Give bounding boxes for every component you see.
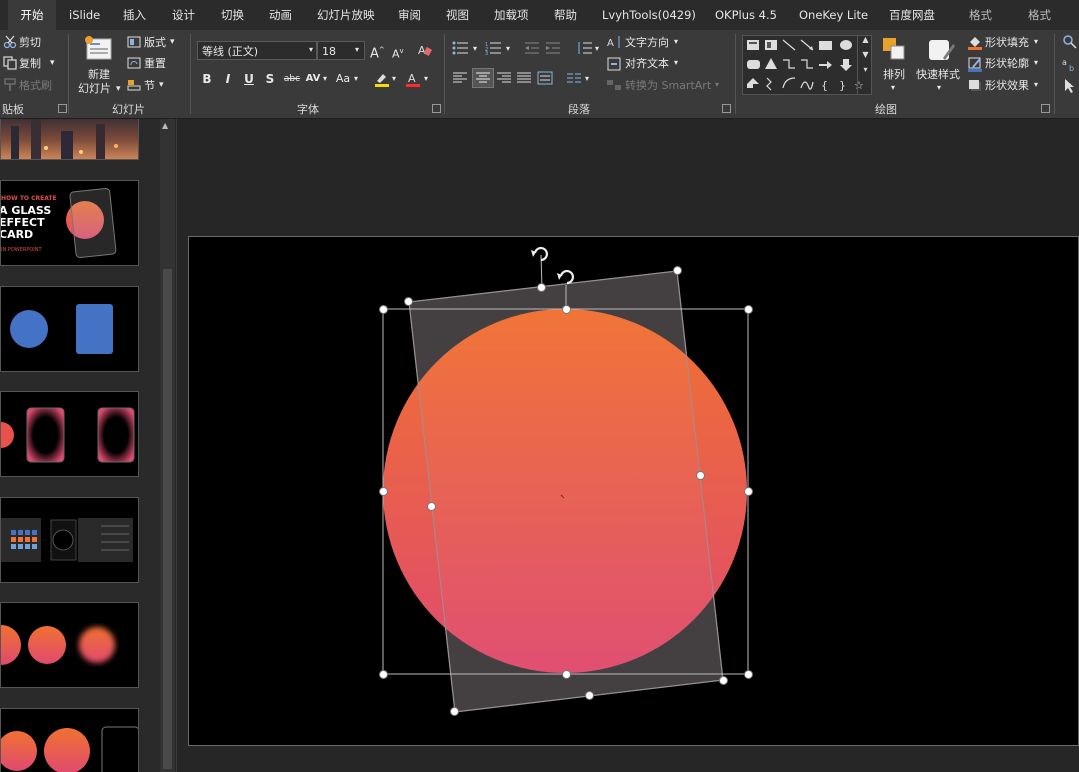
card-resize-handle-n[interactable]: [537, 283, 546, 292]
card-resize-handle-w[interactable]: [427, 502, 436, 511]
circle-resize-handle-w[interactable]: [379, 487, 388, 496]
card-resize-handle-e[interactable]: [696, 471, 705, 480]
circle-rotate-icon[interactable]: [557, 269, 574, 285]
circle-resize-handle-e[interactable]: [744, 487, 753, 496]
glass-card-outline: [408, 270, 724, 713]
circle-resize-handle-s[interactable]: [562, 670, 571, 679]
card-resize-handle-nw[interactable]: [404, 297, 413, 306]
circle-resize-handle-ne[interactable]: [744, 305, 753, 314]
card-resize-handle-sw[interactable]: [450, 707, 459, 716]
circle-resize-handle-nw[interactable]: [379, 305, 388, 314]
circle-resize-handle-n[interactable]: [562, 305, 571, 314]
card-resize-handle-s[interactable]: [585, 691, 594, 700]
card-resize-handle-se[interactable]: [719, 676, 728, 685]
circle-resize-handle-se[interactable]: [744, 670, 753, 679]
slide-objects: [382, 246, 749, 713]
circle-resize-handle-sw[interactable]: [379, 670, 388, 679]
card-rotate-icon[interactable]: [531, 246, 548, 262]
card-resize-handle-ne[interactable]: [673, 266, 682, 275]
